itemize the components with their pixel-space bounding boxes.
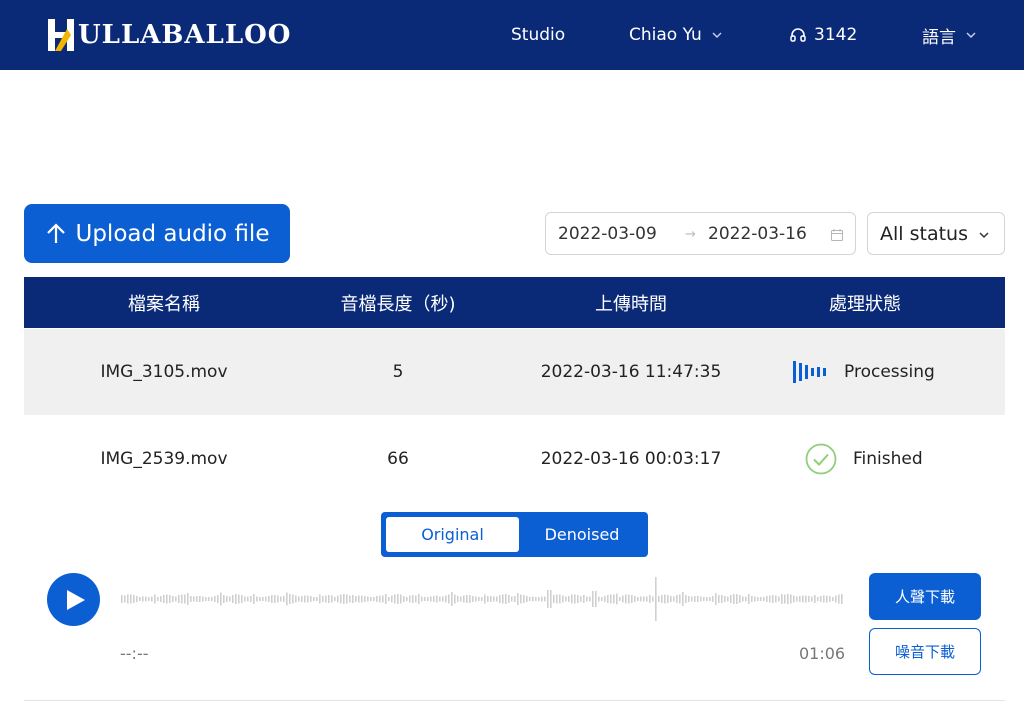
toggle-original-button[interactable]: Original [386,517,519,552]
audio-version-toggle: Original Denoised [381,512,648,557]
status-filter-value: All status [880,222,968,245]
column-header-upload-time: 上傳時間 [595,293,667,315]
cell-status: Processing [792,329,1005,415]
table-row[interactable]: IMG_3105.mov 5 2022-03-16 11:47:35 Proce… [24,329,1005,415]
cell-upload-time: 2022-03-16 00:03:17 [540,449,722,469]
nav-studio[interactable]: Studio [511,0,565,70]
play-button[interactable] [47,573,100,626]
audio-waveform[interactable] [120,575,846,623]
logo[interactable]: ULLABALLOO [47,15,291,55]
column-header-duration: 音檔長度（秒) [340,293,456,315]
total-time: 01:06 [799,644,846,663]
table-row[interactable]: IMG_2539.mov 66 2022-03-16 00:03:17 Fini… [24,415,1005,503]
nav-user-menu[interactable]: Chiao Yu [629,0,723,70]
nav-user-label: Chiao Yu [629,25,702,45]
download-noise-button[interactable]: 噪音下載 [869,628,981,675]
cell-filename: IMG_3105.mov [100,362,228,382]
date-start-input[interactable]: 2022-03-09 [558,224,657,244]
upload-audio-button[interactable]: Upload audio file [24,204,290,263]
play-icon [67,590,85,610]
chevron-down-icon [711,29,723,41]
date-range-arrow-icon: → [685,227,696,242]
nav-language-label: 語言 [922,27,956,48]
column-header-filename: 檔案名稱 [128,293,200,315]
date-end-input[interactable]: 2022-03-16 [708,224,807,244]
arrow-up-icon [45,222,67,245]
toggle-denoised-button[interactable]: Denoised [521,517,643,552]
upload-audio-label: Upload audio file [75,220,270,247]
date-range-picker[interactable]: 2022-03-09 → 2022-03-16 [545,212,856,255]
headphones-icon [789,26,807,44]
cell-upload-time: 2022-03-16 11:47:35 [540,362,722,382]
chevron-down-icon [978,229,990,241]
status-label: Processing [844,362,935,382]
status-label: Finished [853,449,923,469]
nav-language-menu[interactable]: 語言 [922,0,977,70]
status-filter-select[interactable]: All status [867,212,1005,255]
table-header: 檔案名稱 音檔長度（秒) 上傳時間 處理狀態 [24,277,1005,328]
cell-filename: IMG_2539.mov [100,449,228,469]
current-time: --:-- [120,644,149,663]
cell-status: Finished [805,415,1005,503]
waveform-icon [792,360,830,384]
logo-text: ULLABALLOO [78,20,292,50]
column-header-status: 處理狀態 [829,293,901,315]
credits-count: 3142 [814,25,858,45]
chevron-down-icon [965,29,977,41]
top-navbar: ULLABALLOO Studio Chiao Yu 3142 語言 [0,0,1024,70]
cell-duration: 5 [392,362,404,382]
download-voice-button[interactable]: 人聲下載 [869,573,981,620]
cell-duration: 66 [387,449,409,469]
calendar-icon [830,227,844,241]
divider [24,700,1005,701]
check-circle-icon [805,443,837,475]
nav-studio-label: Studio [511,25,566,45]
nav-credits[interactable]: 3142 [789,0,857,70]
logo-mark-icon [47,17,77,53]
